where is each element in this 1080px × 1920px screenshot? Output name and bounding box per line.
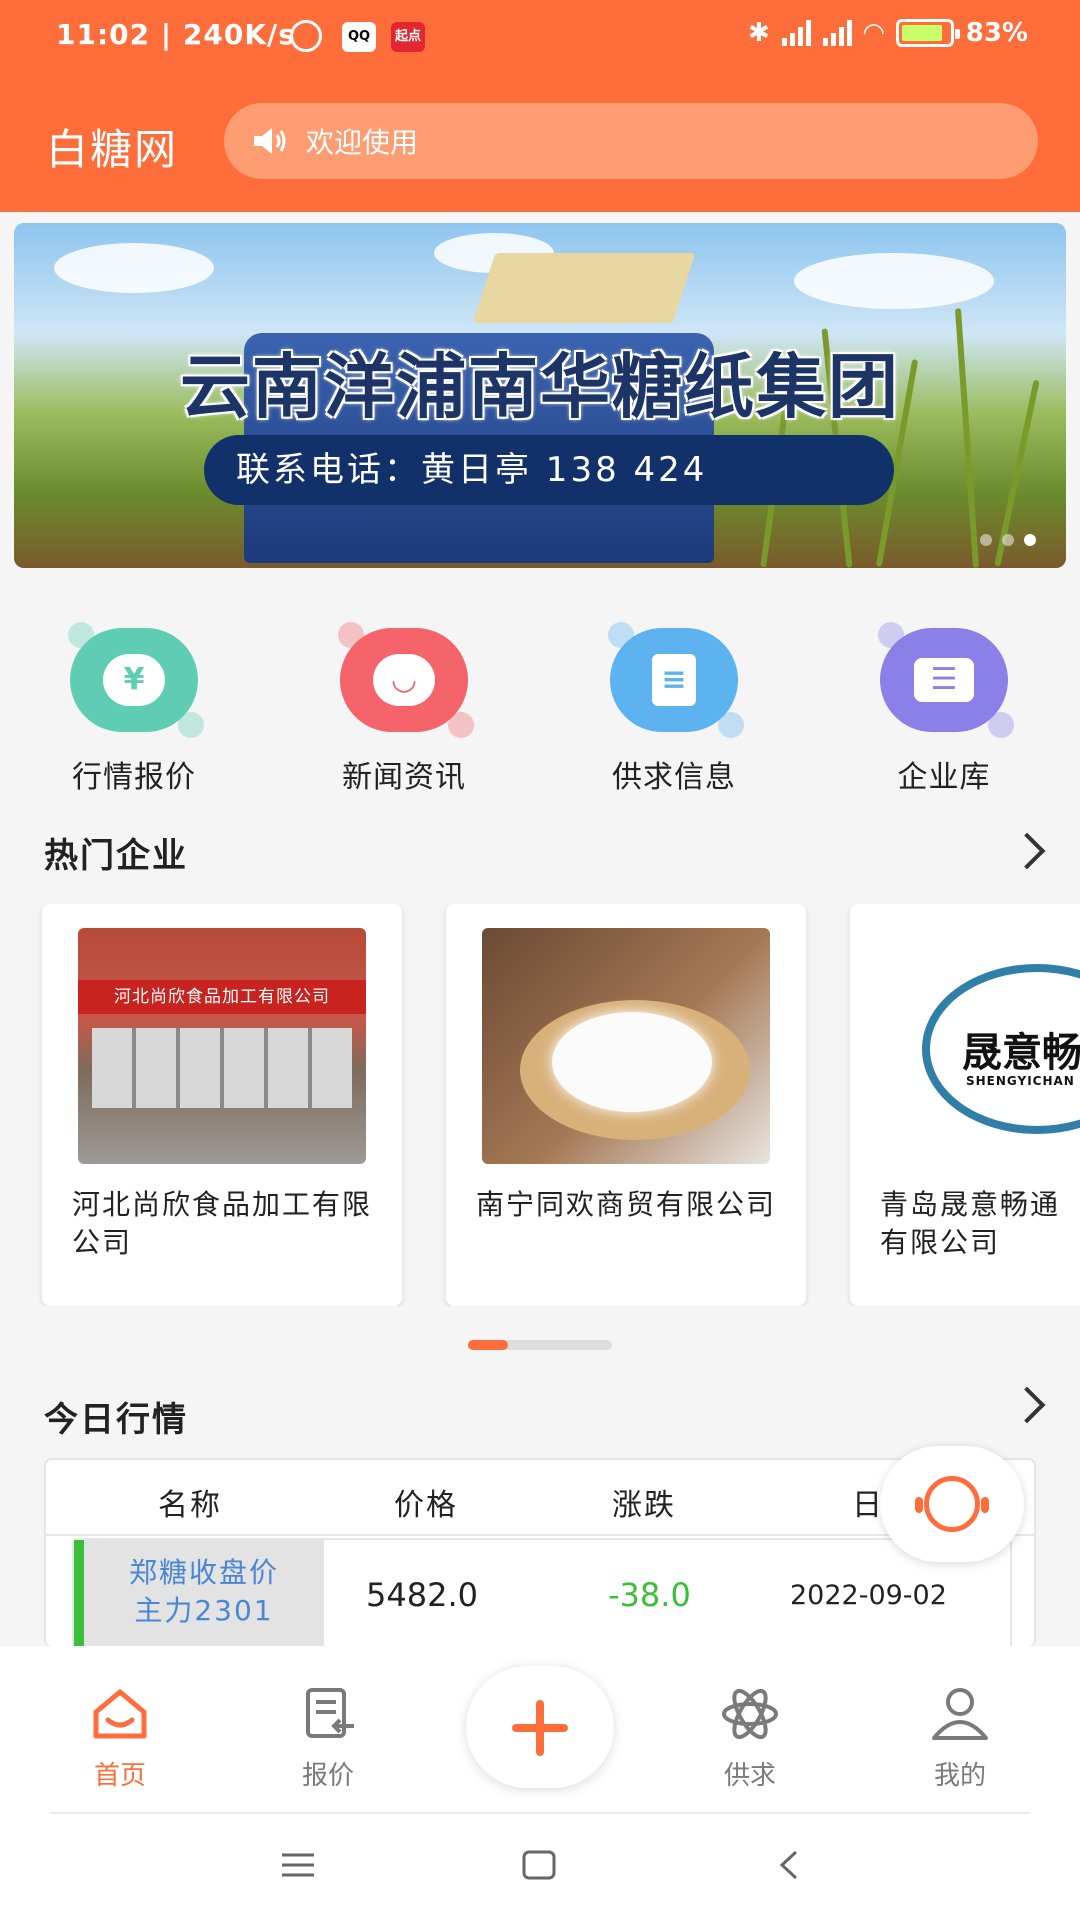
store-sign: 河北尚欣食品加工有限公司	[78, 980, 366, 1014]
quick-link-label: 企业库	[897, 760, 991, 795]
yen-icon: ¥	[68, 622, 204, 738]
chat-icon: ◡	[338, 622, 474, 738]
carousel-pager	[468, 1340, 612, 1350]
user-icon	[932, 1688, 988, 1740]
promo-banner[interactable]: 云南洋浦南华糖纸集团 联系电话：黄日亭 138 424	[14, 223, 1066, 568]
atom-icon	[722, 1688, 778, 1740]
status-bar: 11:02 | 240K/s QQ 起点 ✱ ◠ 83%	[0, 0, 1080, 80]
company-photo: 河北尚欣食品加工有限公司	[78, 928, 366, 1164]
quick-link-label: 供求信息	[612, 760, 736, 795]
column-header: 名称	[158, 1488, 222, 1523]
price-date: 2022-09-02	[790, 1580, 947, 1611]
qq-icon: QQ	[342, 22, 376, 52]
quick-link-label: 新闻资讯	[342, 760, 466, 795]
tab-label: 首页	[93, 1761, 146, 1791]
pager-dot	[980, 534, 992, 546]
price-value: 5482.0	[366, 1576, 478, 1614]
company-card[interactable]: 晟意畅 SHENGYICHAN 青岛晟意畅通有限公司	[850, 904, 1080, 1306]
section-title-market: 今日行情	[44, 1400, 188, 1440]
id-card-icon: ☰	[878, 622, 1014, 738]
harvester-canopy	[472, 253, 696, 323]
pager-dot	[1002, 534, 1014, 546]
add-button[interactable]	[466, 1666, 614, 1788]
quick-link-news[interactable]: ◡ 新闻资讯	[304, 622, 504, 796]
tab-label: 供求	[723, 1761, 776, 1791]
price-contract: 主力2301	[134, 1594, 274, 1627]
tab-profile[interactable]: 我的	[890, 1686, 1030, 1792]
tab-quotes[interactable]: 报价	[258, 1686, 398, 1792]
speaker-icon	[254, 128, 286, 154]
qidian-icon: 起点	[391, 22, 425, 52]
document-icon: ≡	[608, 622, 744, 738]
company-card[interactable]: 南宁同欢商贸有限公司	[446, 904, 806, 1306]
price-change: -38.0	[608, 1576, 691, 1614]
tab-home[interactable]: 首页	[50, 1686, 190, 1792]
battery-percent: 83%	[965, 18, 1028, 48]
price-name: 郑糖收盘价	[128, 1556, 279, 1589]
quote-doc-icon	[306, 1688, 354, 1738]
column-header: 价格	[394, 1488, 458, 1523]
menu-icon[interactable]	[280, 1850, 316, 1880]
pager-indicator	[468, 1340, 508, 1350]
banner-phone: 联系电话：黄日亭 138 424	[204, 435, 894, 505]
tab-label: 报价	[301, 1761, 354, 1791]
sugar-pile	[552, 1012, 712, 1112]
quick-link-label: 行情报价	[72, 760, 196, 795]
battery-icon	[895, 19, 960, 47]
logo-text: 晟意畅	[962, 1030, 1080, 1076]
banner-pager	[980, 534, 1036, 546]
tab-supply[interactable]: 供求	[680, 1686, 820, 1792]
column-header: 涨跌	[612, 1488, 676, 1523]
wifi-icon: ◠	[863, 18, 884, 48]
system-nav-bar	[0, 1814, 1080, 1920]
quick-links: ¥ 行情报价 ◡ 新闻资讯 ≡ 供求信息 ☰ 企业库	[0, 622, 1080, 795]
table-row[interactable]: 郑糖收盘价 主力2301 5482.0 -38.0 2022-09-02	[72, 1538, 1012, 1646]
price-name-cell: 郑糖收盘价 主力2301	[74, 1540, 324, 1646]
chevron-right-icon[interactable]	[1008, 832, 1046, 870]
app-brand: 白糖网	[46, 125, 179, 174]
headset-icon	[915, 1476, 989, 1532]
company-logo: 晟意畅 SHENGYICHAN	[886, 928, 1080, 1164]
tab-label: 我的	[933, 1761, 986, 1791]
logo-subtext: SHENGYICHAN	[966, 1074, 1075, 1088]
notice-bar[interactable]: 欢迎使用	[224, 103, 1038, 179]
section-title-hot-companies: 热门企业	[44, 836, 188, 876]
status-time: 11:02 | 240K/s	[56, 18, 296, 51]
pager-dot-active	[1024, 534, 1036, 546]
notice-text: 欢迎使用	[306, 126, 419, 159]
chevron-right-icon[interactable]	[1008, 1386, 1046, 1424]
signal-icon	[781, 20, 811, 46]
company-photo	[482, 928, 770, 1164]
quick-link-market[interactable]: ¥ 行情报价	[34, 622, 234, 796]
quick-link-supply[interactable]: ≡ 供求信息	[574, 622, 774, 796]
quick-link-companies[interactable]: ☰ 企业库	[844, 622, 1044, 796]
storefront-shutters	[92, 1028, 352, 1108]
home-square-icon[interactable]	[522, 1850, 556, 1880]
company-card[interactable]: 河北尚欣食品加工有限公司 河北尚欣食品加工有限公司	[42, 904, 402, 1306]
banner-title: 云南洋浦南华糖纸集团	[180, 346, 900, 428]
app-header: 11:02 | 240K/s QQ 起点 ✱ ◠ 83% 白糖网 欢迎使用	[0, 0, 1080, 212]
signal-icon	[822, 20, 852, 46]
company-name: 青岛晟意畅通有限公司	[880, 1188, 1061, 1259]
bluetooth-icon: ✱	[747, 18, 770, 48]
hot-companies-carousel: 河北尚欣食品加工有限公司 河北尚欣食品加工有限公司 南宁同欢商贸有限公司 晟意畅…	[0, 904, 1080, 1306]
alarm-icon	[290, 20, 322, 52]
cloud-shape	[54, 243, 214, 293]
status-indicators: ✱ ◠ 83%	[748, 18, 1028, 48]
cloud-shape	[794, 253, 994, 309]
company-name: 河北尚欣食品加工有限公司	[72, 1188, 373, 1259]
back-icon[interactable]	[776, 1850, 800, 1880]
home-icon	[93, 1689, 147, 1739]
company-name: 南宁同欢商贸有限公司	[476, 1188, 777, 1221]
bottom-nav: 首页 报价 供求 我的	[0, 1646, 1080, 1816]
customer-service-button[interactable]	[880, 1446, 1024, 1562]
